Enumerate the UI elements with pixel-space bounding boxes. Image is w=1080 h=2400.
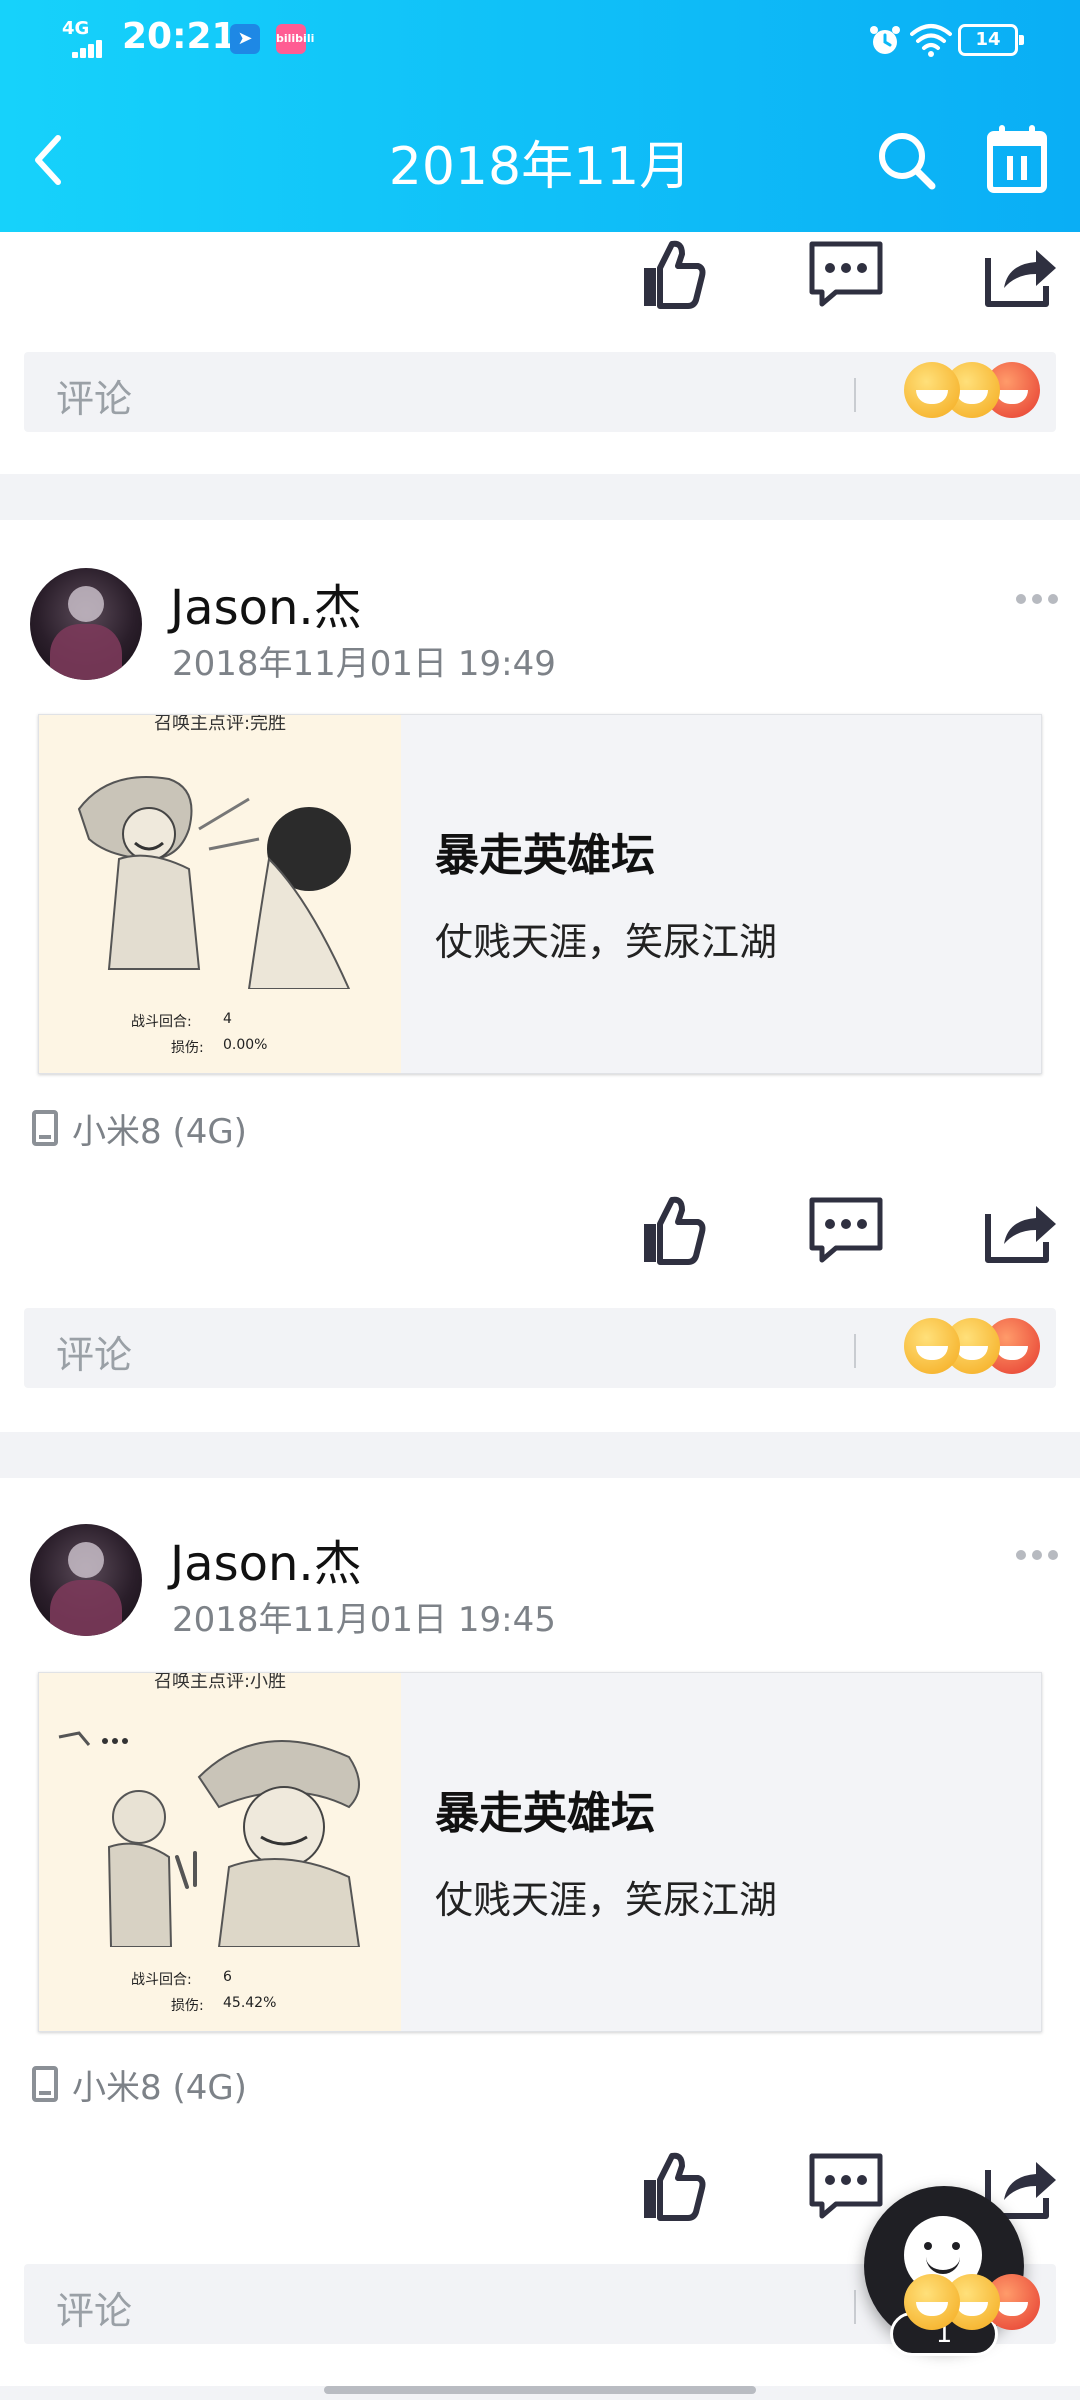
post-timestamp: 2018年11月01日 19:45 [172,1600,556,1640]
cartoon-illustration [77,776,351,989]
device-info: 小米8 (4G) [32,1104,432,1154]
comment-placeholder: 评论 [56,2289,133,2333]
nav-bar: 2018年11月 [0,84,1080,232]
notification-app-icon: ➤ [230,24,260,54]
battery-indicator: 14 [958,24,1024,56]
alarm-icon [870,26,900,54]
damage-value: 0.00% [223,1037,268,1053]
screen: 4G 20:21 ➤ bilibili 14 2018年11月 评论 Jason… [0,0,1080,2400]
phone-icon [32,2066,58,2102]
like-icon[interactable] [632,2146,712,2226]
card-title: 暴走英雄坛 [435,1788,655,1839]
device-label: 小米8 (4G) [72,2068,247,2108]
comment-bar[interactable]: 评论 [24,352,1056,432]
separator [854,2290,856,2324]
cartoon-illustration [58,1731,361,1947]
emoji-picker[interactable] [884,1318,1044,1378]
clock: 20:21 [122,16,237,57]
post-actions [0,234,1080,334]
damage-label: 损伤: [171,1998,204,2014]
emoji-picker[interactable] [884,362,1044,422]
shared-link-card[interactable]: 召唤主点评:小胜 战斗回合: 6 损伤: 45.42% 暴走英雄坛 仗贱天涯，笑… [38,1672,1042,2032]
home-indicator[interactable] [324,2386,756,2394]
avatar[interactable] [30,568,142,680]
damage-value: 45.42% [223,1995,277,2011]
comment-placeholder: 评论 [56,1333,133,1377]
header: 4G 20:21 ➤ bilibili 14 2018年11月 [0,0,1080,232]
post-header: Jason.杰 2018年11月01日 19:45 [0,1524,1080,1654]
comment-icon[interactable] [806,1190,886,1270]
thumbnail-caption: 召唤主点评:小胜 [153,1673,287,1692]
wifi-icon [910,24,952,57]
network-type: 4G [62,18,90,39]
section-divider [0,474,1080,520]
status-bar: 4G 20:21 ➤ bilibili 14 [0,0,1080,84]
shared-link-card[interactable]: 召唤主点评:完胜 战斗回合: 4 损伤: 0.00% 暴走英雄坛 仗贱天涯，笑尿… [38,714,1042,1074]
post-actions [0,1190,1080,1290]
separator [854,1334,856,1368]
bilibili-icon: bilibili [276,24,314,54]
avatar[interactable] [30,1524,142,1636]
card-title: 暴走英雄坛 [435,830,655,881]
battle-round-label: 战斗回合: [131,1014,192,1030]
comment-placeholder: 评论 [56,377,133,421]
damage-label: 损伤: [171,1040,204,1056]
card-description: 仗贱天涯，笑尿江湖 [435,1878,778,1922]
like-icon[interactable] [632,234,712,314]
device-info: 小米8 (4G) [32,2060,432,2110]
share-icon[interactable] [980,1190,1060,1270]
separator [854,378,856,412]
signal-icon [72,40,110,58]
share-icon[interactable] [980,234,1060,314]
comment-bar[interactable]: 评论 [24,1308,1056,1388]
grin-emoji-icon[interactable] [904,2274,960,2330]
battle-round-value: 4 [223,1011,232,1027]
grin-emoji-icon[interactable] [904,1318,960,1374]
comment-icon[interactable] [806,2146,886,2226]
thumbnail-caption: 召唤主点评:完胜 [153,715,287,734]
device-label: 小米8 (4G) [72,1112,247,1152]
section-divider [0,1432,1080,1478]
author-name[interactable]: Jason.杰 [170,1524,362,1594]
comment-icon[interactable] [806,234,886,314]
post-timestamp: 2018年11月01日 19:49 [172,644,556,684]
author-name[interactable]: Jason.杰 [170,568,362,638]
card-thumbnail: 召唤主点评:小胜 战斗回合: 6 损伤: 45.42% [39,1673,401,2031]
post-header: Jason.杰 2018年11月01日 19:49 [0,568,1080,698]
card-description: 仗贱天涯，笑尿江湖 [435,920,778,964]
calendar-icon[interactable] [982,120,1052,200]
card-thumbnail: 召唤主点评:完胜 战斗回合: 4 损伤: 0.00% [39,715,401,1073]
battle-round-value: 6 [223,1969,232,1985]
more-icon[interactable] [1016,588,1060,608]
more-icon[interactable] [1016,1544,1060,1564]
battle-round-label: 战斗回合: [131,1972,192,1988]
search-icon[interactable] [872,120,942,200]
grin-emoji-icon[interactable] [904,362,960,418]
like-icon[interactable] [632,1190,712,1270]
phone-icon [32,1110,58,1146]
